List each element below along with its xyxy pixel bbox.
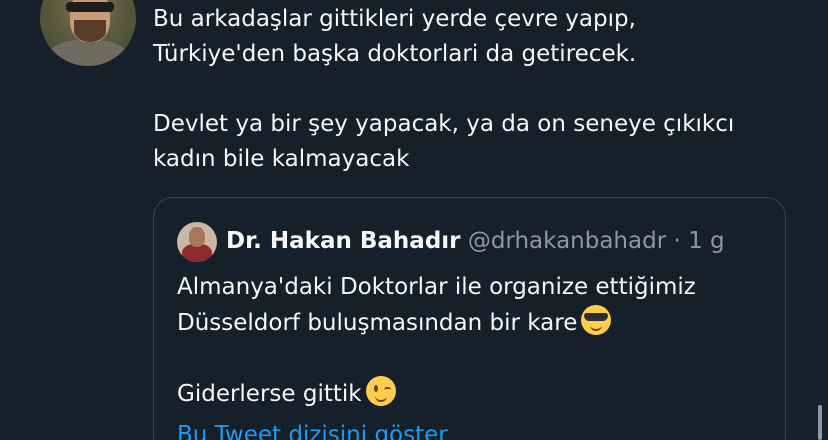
avatar-sunglasses bbox=[66, 2, 114, 12]
quoted-tweet-card[interactable]: Dr. Hakan Bahadır @drhakanbahadr · 1 g A… bbox=[153, 197, 786, 440]
quoted-tweet-header: Dr. Hakan Bahadır @drhakanbahadr · 1 g bbox=[226, 226, 725, 256]
sunglasses-emoji-icon bbox=[581, 305, 612, 335]
avatar-beard bbox=[74, 20, 106, 42]
quoted-tweet-time[interactable]: 1 g bbox=[688, 228, 725, 254]
author-avatar[interactable] bbox=[40, 0, 136, 66]
winking-emoji-icon bbox=[365, 376, 396, 406]
quoted-text-part2: Giderlerse gittik bbox=[177, 381, 362, 407]
header-separator: · bbox=[673, 228, 681, 254]
quoted-text-part1: Almanya'daki Doktorlar ile organize etti… bbox=[177, 274, 696, 336]
tweet-text: Bu arkadaşlar gittikleri yerde çevre yap… bbox=[153, 6, 735, 172]
quoted-author-name[interactable]: Dr. Hakan Bahadır bbox=[226, 228, 461, 254]
quoted-tweet-text: Almanya'daki Doktorlar ile organize etti… bbox=[177, 270, 767, 412]
avatar-shirt bbox=[48, 40, 128, 66]
show-thread-link[interactable]: Bu Tweet dizisini göster bbox=[177, 420, 448, 440]
scrollbar-thumb[interactable] bbox=[818, 405, 822, 440]
quoted-avatar-face bbox=[189, 227, 205, 247]
quoted-author-avatar[interactable] bbox=[177, 222, 217, 262]
quoted-author-handle[interactable]: @drhakanbahadr bbox=[468, 228, 666, 254]
